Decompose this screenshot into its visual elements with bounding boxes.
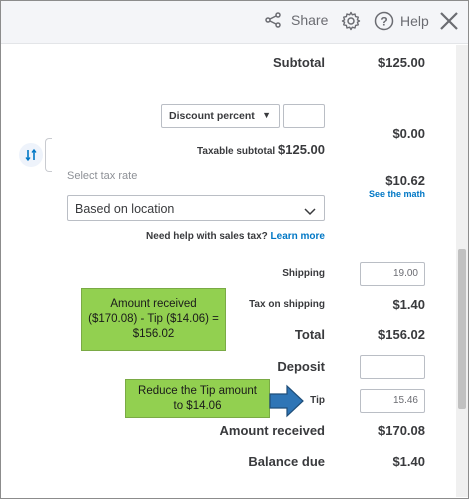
share-label: Share: [291, 12, 329, 28]
invoice-panel: Share ? Help Subtotal $125.00 Discount p…: [0, 0, 469, 499]
see-math-link[interactable]: See the math: [345, 189, 425, 199]
callout-line: $156.02: [132, 328, 175, 340]
share-button[interactable]: Share: [265, 12, 328, 28]
see-math-label: See the math: [368, 189, 425, 199]
balance-due-label: Balance due: [248, 454, 325, 469]
balance-due-value: $1.40: [392, 454, 425, 469]
sales-tax-help: Need help with sales tax? Learn more: [101, 231, 325, 242]
total-label: Total: [294, 327, 325, 342]
help-icon: ?: [374, 11, 394, 31]
sales-tax-help-text: Need help with sales tax?: [146, 231, 268, 242]
shipping-label: Shipping: [282, 268, 325, 279]
callout-line: ($170.08) - Tip ($14.06) =: [88, 313, 219, 325]
taxable-subtotal-label: Taxable subtotal: [197, 146, 276, 157]
taxable-subtotal-value: $125.00: [278, 142, 325, 157]
share-icon: [265, 12, 281, 28]
chevron-down-icon: ▼: [262, 110, 271, 120]
shipping-input[interactable]: 19.00: [360, 262, 425, 286]
close-icon: [438, 10, 460, 32]
select-tax-rate-label: Select tax rate: [67, 170, 138, 182]
gear-icon: [341, 11, 361, 31]
reduce-tip-callout: Reduce the Tip amount to $14.06: [125, 379, 270, 418]
amount-calculation-callout: Amount received ($170.08) - Tip ($14.06)…: [81, 288, 226, 351]
callout-line: to $14.06: [173, 399, 222, 412]
tax-on-shipping-label: Tax on shipping: [249, 299, 325, 310]
tax-on-shipping-value: $1.40: [392, 297, 425, 312]
amount-received-value: $170.08: [378, 423, 425, 438]
help-button[interactable]: ? Help: [374, 11, 429, 31]
discount-type-value: Discount percent: [169, 110, 255, 122]
arrow-right-icon: [269, 384, 305, 423]
settings-button[interactable]: [341, 11, 361, 31]
amount-received-label: Amount received: [219, 423, 325, 438]
subtotal-value: $125.00: [378, 55, 425, 70]
chevron-down-icon: [304, 203, 316, 221]
svg-text:?: ?: [380, 15, 387, 29]
tax-rate-select[interactable]: Based on location: [67, 195, 325, 221]
learn-more-link[interactable]: Learn more: [271, 231, 325, 242]
help-label: Help: [400, 13, 429, 29]
taxable-subtotal-row: Taxable subtotal $125.00: [151, 142, 325, 157]
deposit-input[interactable]: [360, 355, 425, 379]
discount-amount: $0.00: [392, 126, 425, 141]
tax-rate-value: Based on location: [75, 202, 175, 216]
discount-input[interactable]: [283, 104, 325, 128]
scrollbar-thumb[interactable]: [458, 249, 466, 409]
close-button[interactable]: [438, 10, 460, 32]
callout-line: Amount received: [110, 298, 197, 310]
swap-icon: [25, 148, 37, 167]
tax-amount: $10.62: [385, 173, 425, 188]
callout-line: Reduce the Tip amount: [138, 384, 257, 397]
subtotal-label: Subtotal: [273, 55, 325, 70]
tip-input[interactable]: 15.46: [360, 389, 425, 413]
total-value: $156.02: [378, 327, 425, 342]
swap-order-button[interactable]: [19, 143, 43, 167]
top-toolbar: Share ? Help: [1, 1, 468, 44]
deposit-label: Deposit: [277, 359, 325, 374]
discount-type-select[interactable]: Discount percent ▼: [161, 104, 280, 128]
discount-tax-connector: [45, 138, 52, 172]
